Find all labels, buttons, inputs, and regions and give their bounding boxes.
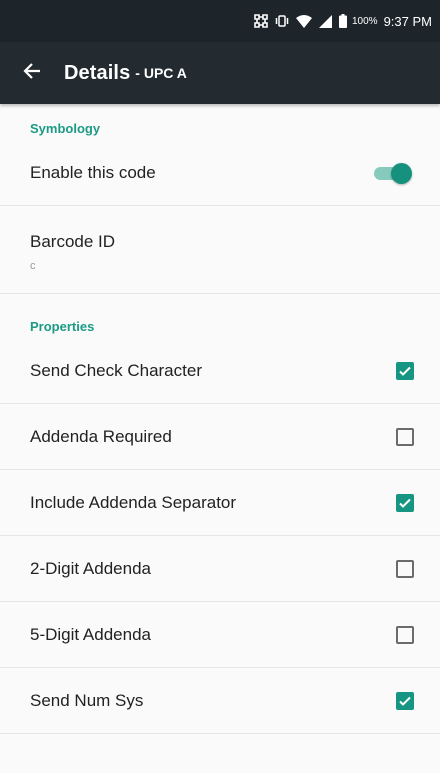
barcode-id-text: Barcode ID c bbox=[30, 232, 115, 272]
property-row[interactable]: Send Num Sys bbox=[0, 668, 440, 734]
barcode-id-label: Barcode ID bbox=[30, 232, 116, 251]
battery-percent: 100% bbox=[352, 15, 378, 27]
property-label: 2-Digit Addenda bbox=[30, 558, 151, 578]
property-label: Send Check Character bbox=[30, 360, 202, 380]
enable-code-row[interactable]: Enable this code bbox=[0, 140, 440, 206]
app-bar: Details - UPC A bbox=[0, 42, 440, 104]
include-addenda-separator-checkbox[interactable] bbox=[396, 493, 414, 512]
vibrate-icon bbox=[275, 14, 289, 28]
signal-icon bbox=[319, 14, 332, 28]
scanner-icon bbox=[254, 14, 268, 28]
checkmark-icon bbox=[399, 366, 411, 376]
section-header-symbology: Symbology bbox=[30, 121, 101, 136]
send-check-character-checkbox[interactable] bbox=[396, 361, 414, 380]
arrow-back-icon bbox=[23, 62, 41, 85]
checkmark-icon bbox=[399, 498, 411, 508]
property-label: Addenda Required bbox=[30, 426, 172, 446]
send-num-sys-checkbox[interactable] bbox=[396, 691, 414, 710]
section-header-properties: Properties bbox=[30, 319, 95, 334]
barcode-id-row[interactable]: Barcode ID c bbox=[0, 206, 440, 294]
property-row[interactable]: 5-Digit Addenda bbox=[0, 602, 440, 668]
property-row[interactable]: 2-Digit Addenda bbox=[0, 536, 440, 602]
enable-code-label: Enable this code bbox=[30, 162, 156, 182]
wifi-icon bbox=[296, 14, 312, 28]
property-label: 5-Digit Addenda bbox=[30, 624, 151, 644]
page-title: Details bbox=[64, 61, 131, 84]
addenda-required-checkbox[interactable] bbox=[396, 427, 414, 446]
enable-code-toggle[interactable] bbox=[370, 160, 414, 186]
status-bar: 100% 9:37 PM bbox=[0, 0, 440, 42]
battery-icon bbox=[339, 14, 347, 28]
barcode-id-value: c bbox=[30, 260, 36, 272]
property-row[interactable]: Addenda Required bbox=[0, 404, 440, 470]
five-digit-addenda-checkbox[interactable] bbox=[396, 625, 414, 644]
clock: 9:37 PM bbox=[383, 13, 432, 29]
property-label: Send Num Sys bbox=[30, 690, 144, 710]
page-subtitle: - UPC A bbox=[135, 65, 187, 81]
property-row[interactable]: Include Addenda Separator bbox=[0, 470, 440, 536]
toggle-thumb bbox=[391, 162, 412, 184]
checkmark-icon bbox=[399, 696, 411, 706]
property-row[interactable]: Send Check Character bbox=[0, 338, 440, 404]
settings-list: Symbology Enable this code Barcode ID c … bbox=[0, 104, 440, 734]
two-digit-addenda-checkbox[interactable] bbox=[396, 559, 414, 578]
back-button[interactable] bbox=[0, 42, 64, 104]
property-label: Include Addenda Separator bbox=[30, 492, 237, 512]
